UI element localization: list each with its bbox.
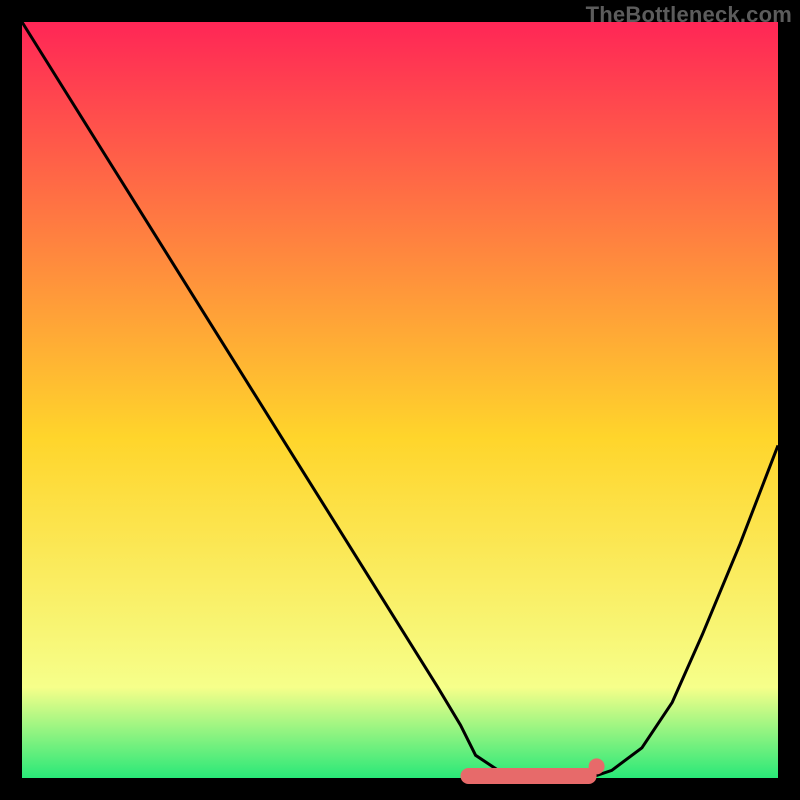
watermark-text: TheBottleneck.com [586, 2, 792, 28]
min-band-marker [461, 768, 597, 784]
chart-svg [0, 0, 800, 800]
chart-stage: TheBottleneck.com [0, 0, 800, 800]
plot-area [22, 22, 778, 778]
selected-point [589, 758, 605, 774]
